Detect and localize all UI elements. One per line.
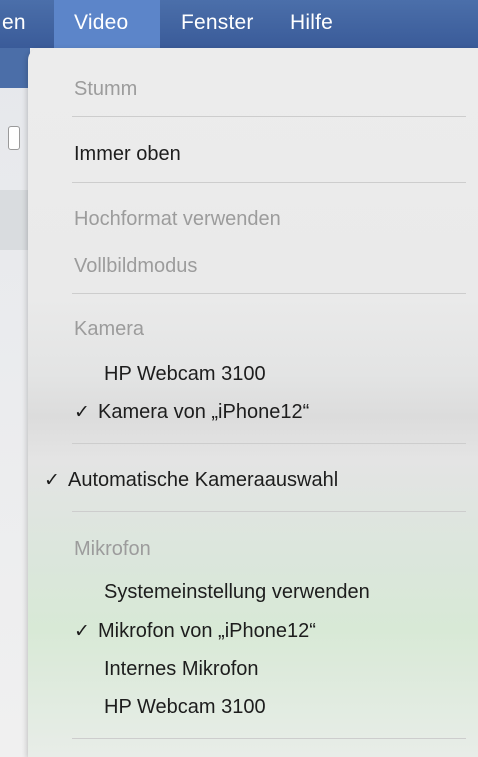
checkmark-icon: ✓ [74,402,90,423]
menu-separator [72,511,466,512]
background-window-edge [0,48,30,757]
menu-bar-item-hilfe[interactable]: Hilfe [290,0,333,48]
menu-bar-item-fenster[interactable]: Fenster [181,0,254,48]
menu-bar: en Video Fenster Hilfe [0,0,478,48]
menu-bar-item-previous[interactable]: en [0,0,52,48]
background-window-cell [0,190,30,250]
menu-separator [72,738,466,739]
menu-separator [72,182,466,183]
menu-separator [72,116,466,117]
checkmark-icon: ✓ [74,621,90,642]
menu-separator [72,443,466,444]
background-window-toolbar [0,48,30,88]
background-split-handle-icon [8,126,20,150]
video-dropdown-menu: Stumm Immer oben Hochformat verwenden Vo… [28,48,478,757]
menu-separator [72,293,466,294]
checkmark-icon: ✓ [44,470,60,491]
menu-bar-item-video[interactable]: Video [54,0,160,48]
